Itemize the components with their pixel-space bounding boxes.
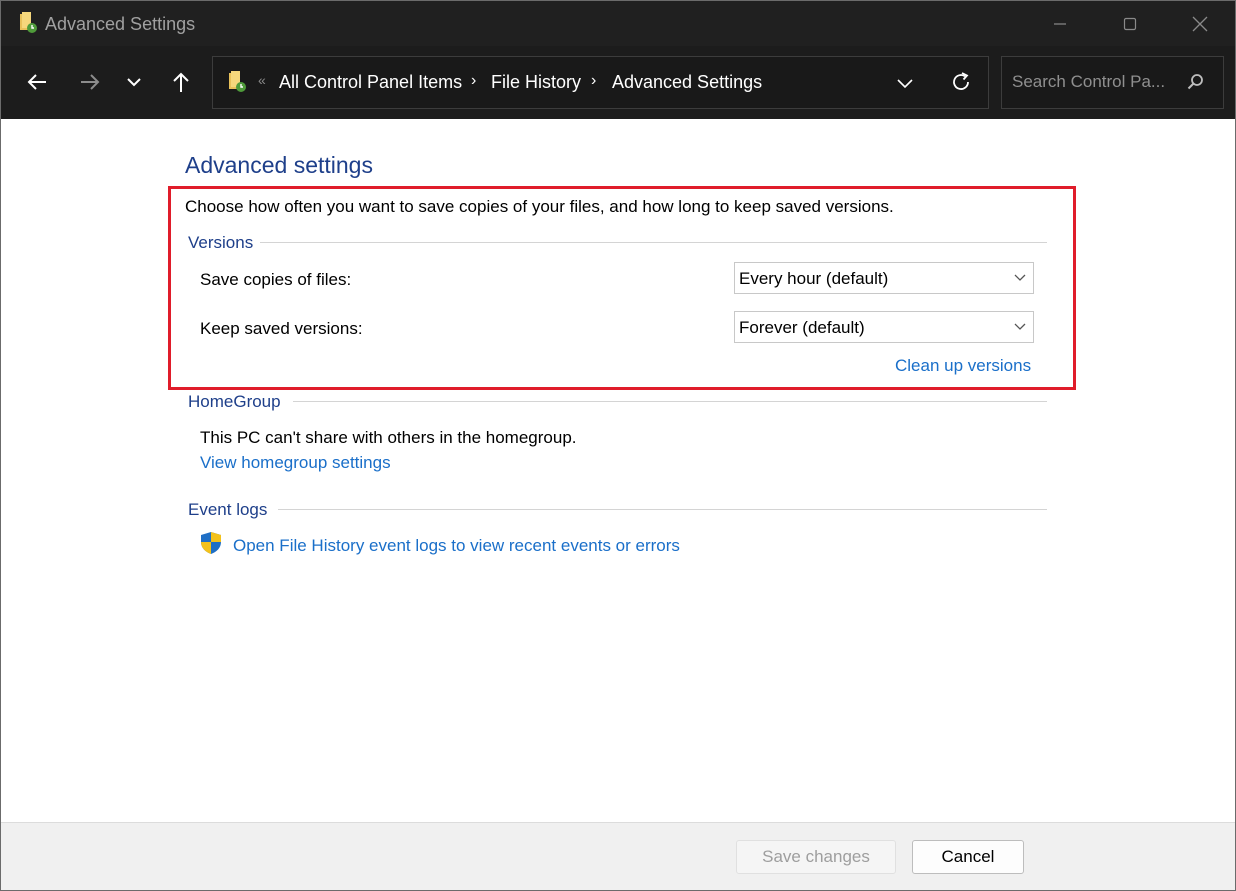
refresh-button[interactable] xyxy=(948,69,974,95)
main-content: Advanced settings Choose how often you w… xyxy=(1,119,1235,822)
clean-up-versions-link[interactable]: Clean up versions xyxy=(895,356,1031,376)
arrow-left-icon xyxy=(27,74,46,90)
chevron-down-icon xyxy=(1014,274,1026,281)
file-history-icon xyxy=(20,12,37,33)
event-logs-heading: Event logs xyxy=(188,500,268,519)
minimize-icon xyxy=(1054,22,1066,25)
breadcrumb-file-history[interactable]: File History xyxy=(491,72,581,93)
save-copies-value: Every hour (default) xyxy=(739,269,889,288)
homegroup-divider xyxy=(293,401,1047,402)
arrow-right-icon xyxy=(81,74,100,90)
overflow-chevron-icon[interactable]: « xyxy=(258,72,266,88)
keep-versions-label: Keep saved versions: xyxy=(200,319,363,338)
homegroup-heading: HomeGroup xyxy=(188,392,281,411)
close-button[interactable] xyxy=(1165,1,1235,46)
forward-button[interactable] xyxy=(74,66,106,98)
title-bar: Advanced Settings xyxy=(1,1,1235,46)
back-button[interactable] xyxy=(21,66,53,98)
homegroup-status-text: This PC can't share with others in the h… xyxy=(200,428,577,447)
search-icon[interactable] xyxy=(1187,73,1205,91)
save-copies-dropdown[interactable]: Every hour (default) xyxy=(734,262,1034,294)
save-copies-label: Save copies of files: xyxy=(200,270,352,289)
maximize-icon xyxy=(1123,17,1137,30)
file-history-icon xyxy=(229,71,246,92)
breadcrumb-separator-icon[interactable]: › xyxy=(471,72,476,90)
footer-bar: Save changes Cancel xyxy=(1,822,1235,890)
search-input[interactable] xyxy=(1012,72,1182,92)
address-bar[interactable]: « All Control Panel Items › File History… xyxy=(212,56,989,109)
breadcrumb-advanced-settings[interactable]: Advanced Settings xyxy=(612,72,762,93)
event-logs-divider xyxy=(278,509,1047,510)
refresh-icon xyxy=(953,72,969,90)
versions-heading: Versions xyxy=(188,233,254,252)
arrow-up-icon xyxy=(173,72,189,92)
page-title: Advanced settings xyxy=(185,152,373,178)
versions-divider xyxy=(260,242,1047,243)
keep-versions-dropdown[interactable]: Forever (default) xyxy=(734,311,1034,343)
breadcrumb-separator-icon[interactable]: › xyxy=(591,72,596,90)
page-description: Choose how often you want to save copies… xyxy=(185,197,894,216)
recent-locations-button[interactable] xyxy=(118,66,150,98)
navigation-bar: « All Control Panel Items › File History… xyxy=(1,46,1235,119)
search-box[interactable] xyxy=(1001,56,1224,109)
chevron-down-icon xyxy=(127,78,141,87)
window-title: Advanced Settings xyxy=(45,14,196,34)
save-changes-button[interactable]: Save changes xyxy=(736,840,896,874)
uac-shield-icon xyxy=(201,532,221,554)
cancel-button[interactable]: Cancel xyxy=(912,840,1024,874)
minimize-button[interactable] xyxy=(1025,1,1095,46)
chevron-down-icon xyxy=(1014,323,1026,330)
breadcrumb-all-control-panel-items[interactable]: All Control Panel Items xyxy=(279,72,462,93)
maximize-button[interactable] xyxy=(1095,1,1165,46)
view-homegroup-settings-link[interactable]: View homegroup settings xyxy=(200,453,391,473)
open-event-logs-link[interactable]: Open File History event logs to view rec… xyxy=(233,536,680,556)
address-dropdown-button[interactable] xyxy=(893,71,917,95)
keep-versions-value: Forever (default) xyxy=(739,318,865,337)
up-button[interactable] xyxy=(165,66,197,98)
close-icon xyxy=(1192,16,1208,31)
chevron-down-icon xyxy=(897,79,913,89)
file-history-advanced-settings-window: Advanced Settings « All Control Panel It… xyxy=(0,0,1236,891)
